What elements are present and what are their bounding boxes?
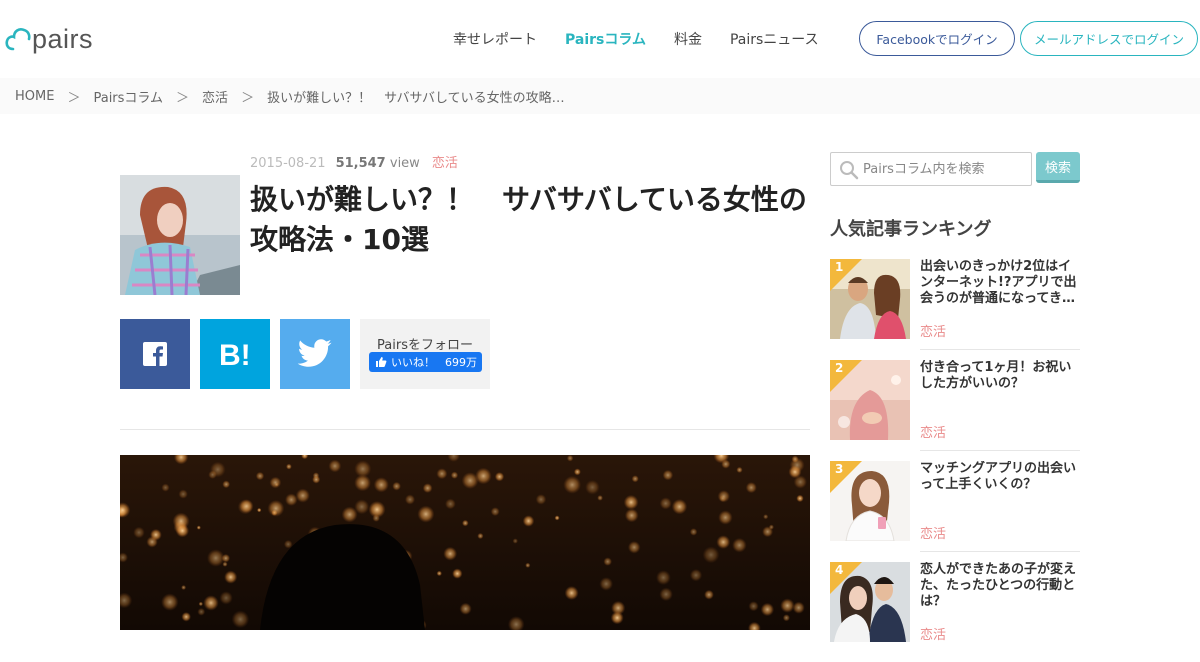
article-thumbnail [120,175,240,295]
like-label: いいね！ [391,356,435,369]
facebook-login-button[interactable]: Facebookでログイン [859,21,1015,56]
breadcrumb-pairs-column[interactable]: Pairsコラム [93,87,163,106]
like-count: 699万 [445,356,477,369]
twitter-share-button[interactable] [280,319,350,389]
rank-number: 4 [835,563,844,577]
facebook-share-button[interactable] [120,319,190,389]
ranking-divider [920,450,1080,451]
ranking-item-4[interactable]: 4 恋人ができたあの子が変えた、たったひとつの行動とは？ 恋活 [830,562,1080,662]
article-views: 51,547 view [336,156,420,171]
ranking-divider [920,349,1080,350]
hatena-bookmark-button[interactable]: B! [200,319,270,389]
breadcrumb-category[interactable]: 恋活 [202,87,228,106]
ranking-heading: 人気記事ランキング [830,219,992,240]
ranking-divider [920,551,1080,552]
article-title: 扱いが難しい？！ サバサバしている女性の攻略法・10選 [250,183,807,256]
facebook-icon [143,342,167,366]
breadcrumb-separator: ＞ [241,90,255,106]
ranking-category: 恋活 [920,527,947,542]
cloud-logo-icon [5,28,31,51]
ranking-item-1[interactable]: 1 出会いのきっかけ2位はインターネット!?アプリで出会うのが普通になってき… … [830,259,1080,359]
article-date: 2015-08-21 [250,156,326,171]
ranking-title: 出会いのきっかけ2位はインターネット!?アプリで出会うのが普通になってき… [920,259,1077,306]
ranking-category: 恋活 [920,628,947,643]
rank-number: 1 [835,260,844,274]
breadcrumb-separator: ＞ [176,90,190,106]
article-hero-image [120,455,810,630]
nav-happy-report[interactable]: 幸せレポート [453,30,537,50]
ranking-item-3[interactable]: 3 マッチングアプリの出会いって上手くいくの？ 恋活 [830,461,1080,561]
breadcrumb-current: 扱いが難しい？！ サバサバしている女性の攻略… [267,90,565,106]
breadcrumb-home[interactable]: HOME [15,89,54,104]
facebook-follow-box: Pairsをフォロー いいね！ 699万 [360,319,490,389]
view-count: 51,547 [335,156,386,171]
breadcrumb: HOME ＞ Pairsコラム ＞ 恋活 ＞ 扱いが難しい？！ サバサバしている… [0,78,1200,114]
hatena-bookmark-icon: B! [219,339,251,369]
rank-number: 2 [835,361,844,375]
article-category[interactable]: 恋活 [432,152,458,171]
article-meta: 2015-08-21 51,547 view 恋活 [250,152,458,171]
nav-pricing[interactable]: 料金 [674,30,702,50]
content-divider [120,429,810,430]
svg-text:B!: B! [219,339,251,369]
main-nav: 幸せレポート Pairsコラム 料金 Pairsニュース [453,30,847,50]
site-header: pairs 幸せレポート Pairsコラム 料金 Pairsニュース Faceb… [0,0,1200,78]
search-button[interactable]: 検索 [1036,152,1080,183]
thumbs-up-icon [376,357,387,367]
search-input[interactable] [863,153,1028,185]
ranking-title: マッチングアプリの出会いって上手くいくの？ [920,461,1077,492]
follow-label: Pairsをフォロー [377,338,473,353]
email-login-button[interactable]: メールアドレスでログイン [1020,21,1198,56]
ranking-category: 恋活 [920,325,947,340]
breadcrumb-separator: ＞ [67,90,81,106]
logo-text: pairs [32,23,94,54]
ranking-category: 恋活 [920,426,947,441]
ranking-item-2[interactable]: 2 付き合って1ヶ月！お祝いした方がいいの？ 恋活 [830,360,1080,460]
ranking-title: 付き合って1ヶ月！お祝いした方がいいの？ [920,360,1072,391]
nav-pairs-column[interactable]: Pairsコラム [565,30,646,50]
facebook-like-button[interactable]: いいね！ 699万 [369,352,482,372]
pairs-logo[interactable]: pairs [5,22,93,56]
search-icon [840,161,859,180]
view-unit: view [389,156,420,171]
twitter-bird-icon [297,339,332,367]
ranking-title: 恋人ができたあの子が変えた、たったひとつの行動とは？ [920,562,1077,609]
search-box [830,152,1032,186]
nav-pairs-news[interactable]: Pairsニュース [730,30,819,50]
rank-number: 3 [835,462,844,476]
